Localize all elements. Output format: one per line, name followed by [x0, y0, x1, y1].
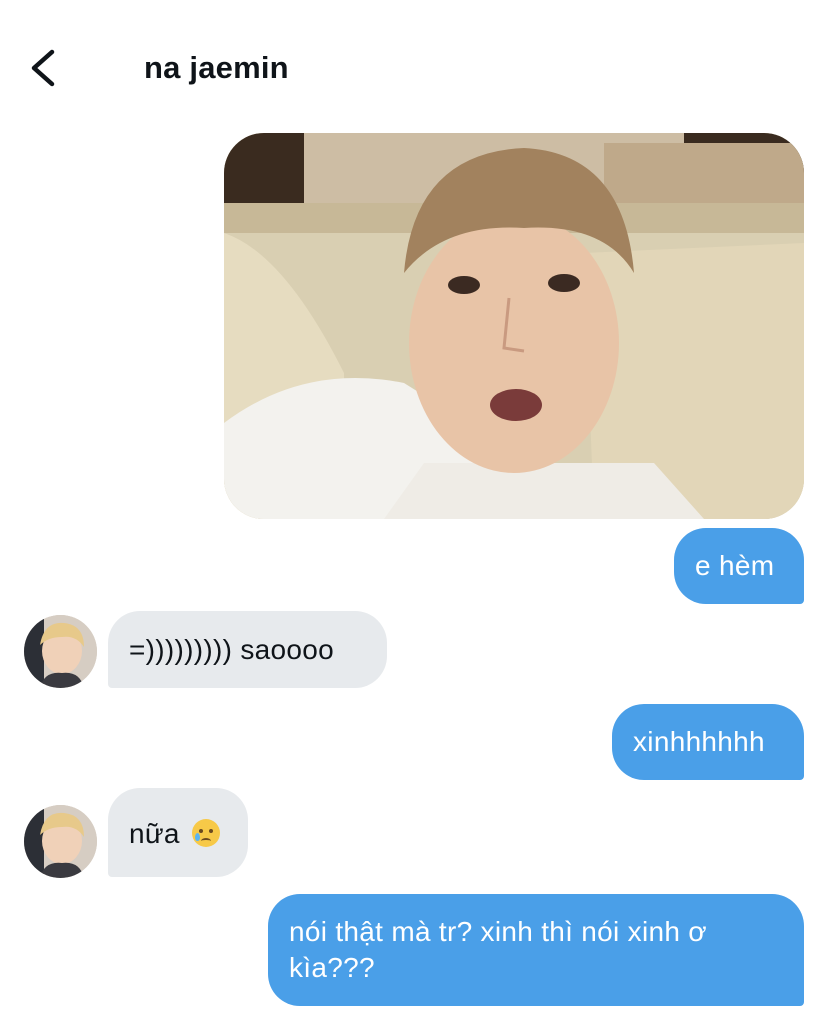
- message-text: nữa: [129, 818, 180, 849]
- message-bubble-incoming[interactable]: =))))))))) saoooo: [108, 611, 387, 688]
- conversation-header: na jaemin: [0, 0, 827, 120]
- back-button[interactable]: [24, 44, 68, 92]
- avatar-image: [24, 805, 97, 878]
- crying-face-icon: [191, 819, 220, 847]
- message-bubble-incoming[interactable]: nữa: [108, 788, 248, 877]
- message-bubble-outgoing[interactable]: e hèm: [674, 528, 804, 604]
- photo-message[interactable]: [224, 133, 804, 519]
- message-bubble-outgoing[interactable]: xinhhhhhh: [612, 704, 804, 780]
- chevron-left-icon: [31, 49, 55, 87]
- conversation-title[interactable]: na jaemin: [144, 50, 289, 86]
- message-text: nói thật mà tr? xinh thì nói xinh ơ kìa?…: [289, 916, 707, 983]
- message-bubble-outgoing[interactable]: nói thật mà tr? xinh thì nói xinh ơ kìa?…: [268, 894, 804, 1006]
- message-text: =))))))))) saoooo: [129, 634, 335, 665]
- avatar-image: [24, 615, 97, 688]
- message-text: e hèm: [695, 550, 775, 581]
- message-text: xinhhhhhh: [633, 726, 765, 757]
- avatar[interactable]: [24, 805, 97, 878]
- avatar[interactable]: [24, 615, 97, 688]
- photo-image: [224, 133, 804, 519]
